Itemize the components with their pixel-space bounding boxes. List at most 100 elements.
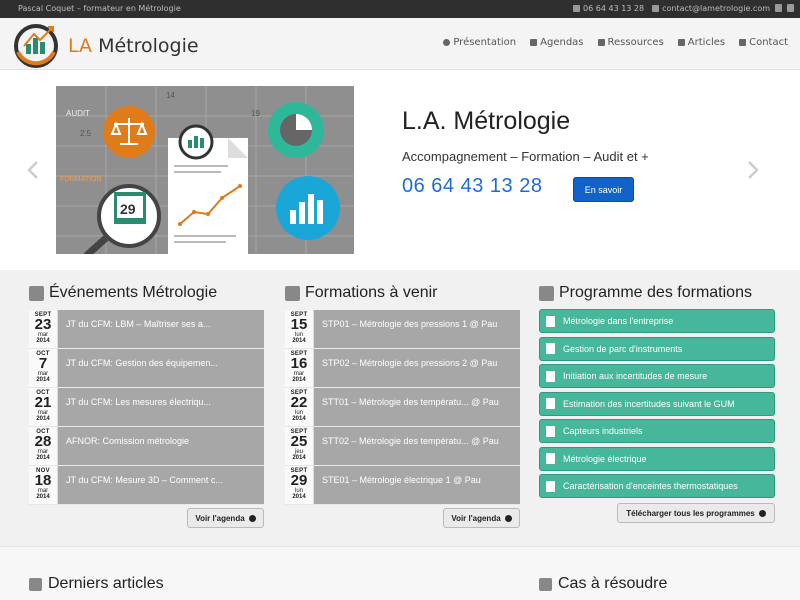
list-item[interactable]: SEPT 15 lun 2014 STP01 – Métrologie des pre… [285,310,520,349]
tagline: Pascal Coquet – formateur en Métrologie [18,4,181,13]
label-14: 14 [166,91,175,100]
site-header: LA Métrologie Présentation Agendas Resso… [0,18,800,70]
file-icon [546,453,555,464]
event-title[interactable]: JT du CFM: Les mesures électriqu... [58,388,264,426]
programme-item[interactable]: Gestion de parc d'instruments [539,336,775,361]
phone-icon [573,5,581,12]
formation-title[interactable]: STE01 – Métrologie électrique 1 @ Pau [314,466,520,504]
briefcase-icon [597,39,605,46]
programme-item[interactable]: Initiation aux incertitudes de mesure [539,364,775,388]
download-icon [539,285,554,301]
file-icon [546,425,555,437]
programme-item[interactable]: Capteurs industriels [539,419,775,443]
top-bar: Pascal Coquet – formateur en Métrologie … [0,0,800,18]
list-item[interactable]: SEPT 23 mar 2014 JT du CFM: LBM – Maîtriser… [29,310,264,349]
hero-phone[interactable]: 06 64 43 13 28 [402,175,542,198]
formations-title: Formations à venir [285,284,438,302]
programme-item[interactable]: Métrologie dans l'entreprise [539,309,775,333]
nav-articles[interactable]: Articles [677,37,725,48]
list-item[interactable]: NOV 18 mar 2014 JT du CFM: Mesure 3D – Comm… [29,466,264,505]
event-date: NOV 18 mar 2014 [29,466,58,504]
programme-list: Métrologie dans l'entreprise Gestion de … [539,309,775,502]
formation-title[interactable]: STT01 – Métrologie des températu... @ Pa… [314,388,520,426]
file-icon [546,398,555,409]
list-item[interactable]: SEPT 29 lun 2014 STE01 – Métrologie électri… [285,466,520,505]
hero-title: L.A. Métrologie [402,107,571,135]
label-25: 2.5 [80,129,92,138]
calendar-icon [29,285,44,301]
event-title[interactable]: JT du CFM: Gestion des équipemen... [58,349,264,387]
list-item[interactable]: OCT 28 mar 2014 AFNOR: Comission métrologie [29,427,264,466]
formation-label: FORMATION [60,176,101,183]
file-icon [546,343,555,354]
programme-item[interactable]: Métrologie électrique [539,446,775,471]
top-contact: 06 64 43 13 28 contact@lametrologie.com [573,4,770,13]
top-phone[interactable]: 06 64 43 13 28 [573,4,644,13]
event-date: OCT 7 mar 2014 [29,349,58,387]
calendar-icon [285,285,300,301]
file-icon [546,480,555,492]
event-date: OCT 28 mar 2014 [29,427,58,465]
arrow-circle-icon [504,514,512,522]
nav-agendas[interactable]: Agendas [530,37,584,48]
label-19: 19 [251,109,260,118]
formation-title[interactable]: STT02 – Métrologie des températu... @ Pa… [314,427,520,465]
calendar-icon [530,39,538,46]
info-icon [443,39,451,46]
arrow-circle-icon [758,509,766,517]
event-date: SEPT 23 mar 2014 [29,310,58,348]
arrow-circle-icon [248,514,256,522]
programme-item[interactable]: Estimation des incertitudes suivant le G… [539,391,775,416]
nav-presentation[interactable]: Présentation [443,37,516,48]
main-nav: Présentation Agendas Ressources Articles… [443,37,788,48]
formation-date: SEPT 29 lun 2014 [285,466,314,504]
bottom-section: Derniers articles Cas à résoudre [0,546,800,600]
formation-title[interactable]: STP01 – Métrologie des pressions 1 @ Pau [314,310,520,348]
events-agenda-button[interactable]: Voir l'agenda [187,508,264,528]
linkedin-icon[interactable] [787,4,794,12]
pencil-icon [539,577,552,591]
file-icon [546,370,555,382]
logo-text[interactable]: LA Métrologie [68,35,199,57]
list-item[interactable]: SEPT 22 lun 2014 STT01 – Métrologie des tem… [285,388,520,427]
formation-date: SEPT 25 jeu 2014 [285,427,314,465]
facebook-icon[interactable] [775,4,782,12]
download-programmes-button[interactable]: Télécharger tous les programmes [617,503,775,523]
social-links [775,4,794,12]
event-title[interactable]: JT du CFM: Mesure 3D – Comment c... [58,466,264,504]
event-title[interactable]: AFNOR: Comission métrologie [58,427,264,465]
audit-label: AUDIT [66,109,90,118]
list-item[interactable]: SEPT 25 jeu 2014 STT02 – Métrologie des tem… [285,427,520,466]
learn-more-button[interactable]: En savoir [573,177,634,202]
top-email[interactable]: contact@lametrologie.com [652,4,770,13]
envelope-icon [739,39,747,46]
programme-title: Programme des formations [539,284,752,302]
carousel-next-icon[interactable] [746,160,760,180]
file-icon [546,315,555,327]
nav-ressources[interactable]: Ressources [597,37,664,48]
events-list: SEPT 23 mar 2014 JT du CFM: LBM – Maîtriser… [29,310,264,505]
edit-icon [677,39,685,46]
event-title[interactable]: JT du CFM: LBM – Maîtriser ses a... [58,310,264,348]
list-item[interactable]: SEPT 16 mar 2014 STP02 – Métrologie des pre… [285,349,520,388]
programme-item[interactable]: Caractérisation d'enceintes thermostatiq… [539,474,775,498]
cases-title: Cas à résoudre [539,575,667,593]
formation-title[interactable]: STP02 – Métrologie des pressions 2 @ Pau [314,349,520,387]
nav-contact[interactable]: Contact [739,37,788,48]
formations-list: SEPT 15 lun 2014 STP01 – Métrologie des pre… [285,310,520,505]
list-item[interactable]: OCT 7 mar 2014 JT du CFM: Gestion des équip… [29,349,264,388]
envelope-icon [652,5,660,12]
list-item[interactable]: OCT 21 mar 2014 JT du CFM: Les mesures élec… [29,388,264,427]
events-title: Événements Métrologie [29,284,217,302]
formation-date: SEPT 16 mar 2014 [285,349,314,387]
articles-title: Derniers articles [29,575,164,593]
event-date: OCT 21 mar 2014 [29,388,58,426]
hero-carousel: AUDIT 2.5 14 19 FORMATION 29 L.A. Métrol… [0,70,800,270]
formations-agenda-button[interactable]: Voir l'agenda [443,508,520,528]
carousel-prev-icon[interactable] [26,160,40,180]
hero-subtitle: Accompagnement – Formation – Audit et + [402,149,649,164]
logo-icon[interactable] [12,22,62,68]
formation-date: SEPT 15 lun 2014 [285,310,314,348]
calendar-day: 29 [120,201,136,217]
pencil-icon [29,577,42,591]
